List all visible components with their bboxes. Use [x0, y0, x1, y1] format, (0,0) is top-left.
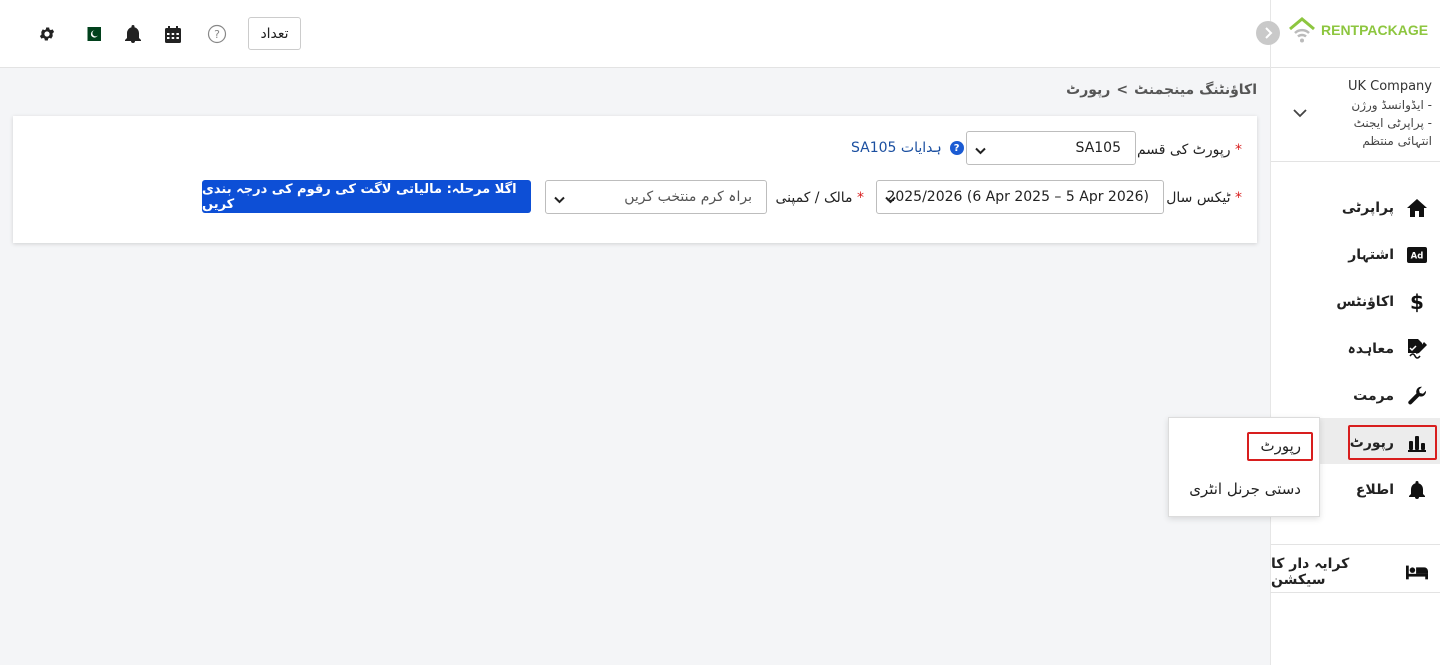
breadcrumb-parent[interactable]: اکاؤنٹنگ مینجمنٹ: [1134, 82, 1257, 98]
divider: [1271, 544, 1440, 545]
chevron-down-icon[interactable]: [1293, 106, 1307, 122]
sidebar-item-tenant-section[interactable]: کرایہ دار کا سیکشن: [1271, 555, 1428, 589]
next-step-button[interactable]: اگلا مرحلہ: مالیاتی لاگت کی رقوم کی درجہ…: [202, 180, 531, 213]
bed-icon: [1406, 561, 1428, 583]
company-plan-line3: انتہائی منتظم: [1362, 134, 1432, 148]
breadcrumb-current: رپورٹ: [1066, 82, 1111, 98]
sidebar: RENTPACKAGE UK Company ایڈوانسڈ ورژن - پ…: [1256, 0, 1440, 665]
sidebar-item-label: پراپرٹی: [1341, 200, 1394, 216]
sidebar-item-label: اطلاع: [1355, 482, 1394, 498]
question-icon: ?: [949, 141, 964, 155]
ad-icon: Ad: [1406, 244, 1428, 266]
gear-icon[interactable]: [37, 24, 57, 44]
sidebar-item-property[interactable]: پراپرٹی: [1342, 191, 1428, 225]
help-link-text: SA105 ہدایات: [851, 140, 942, 156]
required-mark: *: [1235, 142, 1242, 158]
chevron-down-icon: [885, 192, 896, 208]
tax-year-label: ٹیکس سال *: [1166, 190, 1242, 206]
sa105-instructions-link[interactable]: SA105 ہدایات ?: [851, 140, 964, 156]
svg-text:$: $: [1410, 291, 1424, 313]
required-mark: *: [1235, 190, 1242, 206]
sidebar-item-advertisement[interactable]: اشتہار Ad: [1348, 238, 1428, 272]
chevron-down-icon: [554, 192, 565, 208]
svg-text:?: ?: [214, 28, 220, 41]
owner-company-label: مالک / کمپنی *: [775, 190, 864, 206]
brand-logo[interactable]: RENTPACKAGE: [1287, 16, 1428, 44]
sidebar-item-contract[interactable]: معاہدہ: [1348, 332, 1428, 366]
owner-company-select[interactable]: براہ کرم منتخب کریں: [545, 180, 767, 214]
sidebar-item-accounts[interactable]: اکاؤنٹس $: [1336, 285, 1428, 319]
top-header: ? تعداد: [0, 0, 1270, 68]
divider: [1271, 161, 1440, 162]
company-name: UK Company: [1347, 79, 1432, 94]
help-circle-icon[interactable]: ?: [207, 24, 227, 44]
company-plan-line1: ایڈوانسڈ ورژن -: [1351, 98, 1432, 112]
company-plan-line2: پراپرٹی ایجنٹ -: [1353, 116, 1432, 130]
breadcrumb: اکاؤنٹنگ مینجمنٹ > رپورٹ: [1066, 82, 1257, 98]
required-mark: *: [857, 190, 864, 206]
report-type-select[interactable]: SA105: [966, 131, 1136, 165]
count-button[interactable]: تعداد: [248, 17, 301, 50]
report-type-value: SA105: [1075, 140, 1121, 156]
submenu-item-highlight: [1247, 432, 1313, 461]
home-icon: [1406, 197, 1428, 219]
dollar-icon: $: [1406, 291, 1428, 313]
breadcrumb-separator: >: [1116, 82, 1129, 98]
owner-company-placeholder: براہ کرم منتخب کریں: [624, 189, 752, 205]
calendar-icon[interactable]: [163, 24, 183, 44]
tax-year-select[interactable]: 2025/2026 (6 Apr 2025 – 5 Apr 2026): [876, 180, 1164, 214]
sidebar-item-repair[interactable]: مرمت: [1353, 379, 1428, 413]
tax-year-value: 2025/2026 (6 Apr 2025 – 5 Apr 2026): [886, 189, 1149, 205]
divider: [1271, 67, 1440, 68]
sidebar-item-label: کرایہ دار کا سیکشن: [1271, 556, 1350, 588]
report-form-card: رپورٹ کی قسم * SA105 SA105 ہدایات ? ٹیکس…: [13, 116, 1257, 243]
bell-icon: [1406, 479, 1428, 501]
signature-icon: [1406, 338, 1428, 360]
bell-icon[interactable]: [123, 24, 143, 44]
sidebar-item-label: معاہدہ: [1347, 341, 1394, 357]
sidebar-collapse-button[interactable]: [1256, 21, 1280, 45]
wifi-house-icon: [1289, 17, 1315, 43]
pakistan-flag-icon[interactable]: [82, 24, 102, 44]
chevron-right-icon: [1265, 27, 1273, 39]
brand-name-rent: RENT: [1321, 22, 1360, 38]
sidebar-item-label: اشتہار: [1348, 247, 1394, 263]
chevron-down-icon: [975, 143, 986, 159]
divider: [1270, 592, 1440, 593]
brand-name-package: PACKAGE: [1359, 22, 1429, 38]
svg-text:Ad: Ad: [1411, 252, 1424, 262]
report-submenu: رپورٹ دستی جرنل انٹری: [1168, 417, 1320, 517]
sidebar-item-notification[interactable]: اطلاع: [1356, 473, 1428, 507]
report-type-label: رپورٹ کی قسم *: [1136, 142, 1242, 158]
wrench-icon: [1406, 385, 1428, 407]
report-nav-highlight: [1348, 425, 1437, 460]
company-info: UK Company ایڈوانسڈ ورژن - پراپرٹی ایجنٹ…: [1312, 78, 1432, 150]
sidebar-item-label: اکاؤنٹس: [1336, 294, 1394, 310]
sidebar-item-label: مرمت: [1353, 388, 1394, 404]
submenu-item-manual-journal[interactable]: دستی جرنل انٹری: [1189, 480, 1301, 498]
